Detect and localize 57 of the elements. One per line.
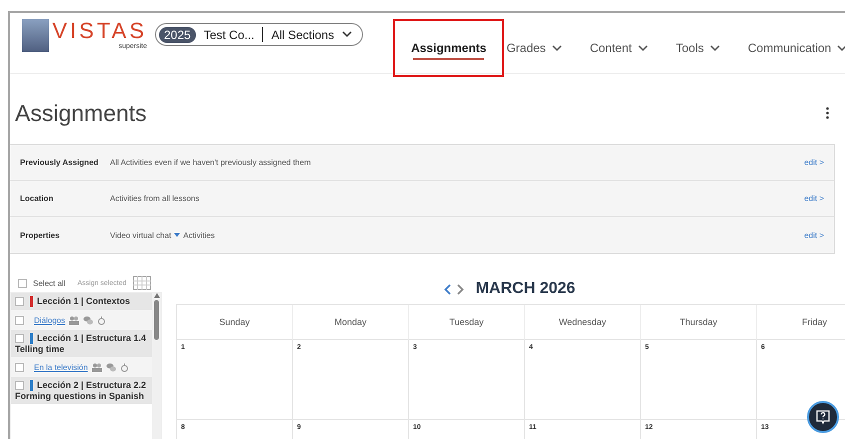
chevron-right-icon[interactable] [456,284,464,294]
row-checkbox[interactable] [15,297,24,306]
chevron-left-icon[interactable] [444,284,451,294]
lesson-section[interactable]: Lección 2 | Estructura 2.2 Forming questions in Spanish [11,377,152,404]
people-icon [69,316,80,324]
chevron-down-icon [710,44,720,52]
scroll-up-icon[interactable] [154,293,160,298]
course-selector[interactable]: 2025 Test Co... All Sections [155,23,364,46]
month-title: MARCH 2026 [476,280,576,298]
chevron-down-icon [342,31,352,38]
activity-link[interactable]: Diálogos [34,316,66,324]
weekday-header: Thursday [641,305,757,340]
row-checkbox[interactable] [15,381,24,390]
filter-value: Activities [183,230,215,240]
weekday-header: Friday [757,305,845,340]
section-title: Lección 2 | Estructura 2.2 [37,380,148,390]
activity-link[interactable]: En la televisión [34,362,88,372]
nav-tab[interactable]: Tools [666,19,730,77]
row-checkbox[interactable] [15,316,24,324]
filter-label: Properties [20,230,61,240]
scrollbar[interactable] [152,293,161,439]
weekday-header: Monday [293,305,409,340]
select-all-checkbox[interactable] [18,278,27,288]
section-title: Lección 1 | Estructura 1.4 [37,333,148,343]
filter-value: All Activities even if we haven't previously assigned them [110,158,311,167]
lesson-section[interactable]: Lección 1 | Contextos [11,293,152,310]
chat-bubbles-icon [106,362,116,372]
select-all-label: Select all [33,278,66,288]
edit-link[interactable]: edit > [804,230,824,240]
weekday-header: Tuesday [409,305,525,340]
weekday-header: Wednesday [525,305,641,340]
section-subtitle: Forming questions in Spanish [15,391,146,401]
filter-label: Previously Assigned [20,158,100,167]
weekday-header: Sunday [177,305,293,340]
help-icon[interactable] [807,401,839,433]
year-badge: 2025 [159,26,196,42]
nav-tab[interactable]: Content [580,19,658,77]
chevron-down-icon [552,44,562,52]
section-title: Lección 1 | Contextos [37,296,132,306]
chat-bubbles-icon [83,316,94,324]
chevron-down-icon [837,44,845,52]
brand-logo-text: VISTAS [52,19,147,43]
lesson-section[interactable]: Lección 1 | Estructura 1.4 Telling time [11,330,152,357]
filter-value: Activities from all lessons [110,194,200,203]
people-icon [92,362,102,372]
chevron-down-icon [638,44,648,52]
page-title: Assignments [15,100,147,126]
row-checkbox[interactable] [15,362,24,372]
filter-label: Location [20,194,54,203]
edit-link[interactable]: edit > [804,194,824,203]
section-subtitle: Telling time [15,344,66,354]
row-checkbox[interactable] [15,334,24,343]
filter-value: Video virtual chat [110,230,172,240]
calendar-grid-icon[interactable] [132,276,150,290]
cover-photo-placeholder [22,19,50,52]
nav-tab[interactable]: Communication [738,19,845,77]
edit-link[interactable]: edit > [804,158,824,167]
